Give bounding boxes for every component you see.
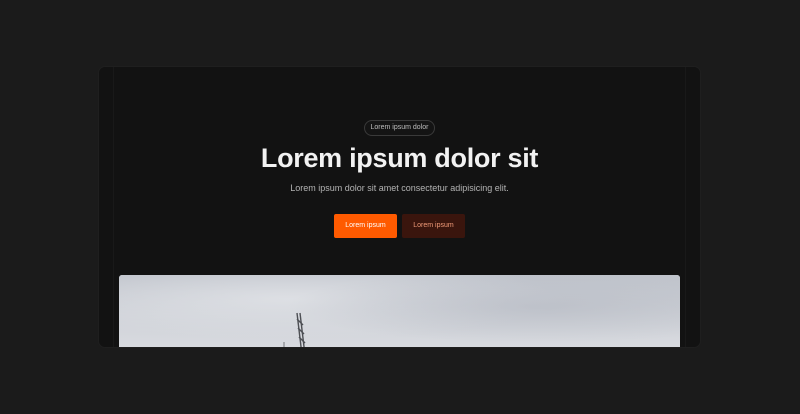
hero-subtitle: Lorem ipsum dolor sit amet consectetur a…: [290, 183, 509, 193]
hero-section: Lorem ipsum dolor Lorem ipsum dolor sit …: [99, 67, 700, 275]
hero-title: Lorem ipsum dolor sit: [260, 143, 539, 173]
hero-badge: Lorem ipsum dolor: [363, 120, 436, 136]
hero-image: [119, 275, 680, 347]
crane-photo-illustration: [119, 275, 680, 347]
secondary-cta-button[interactable]: Lorem ipsum: [402, 214, 465, 238]
primary-cta-button[interactable]: Lorem ipsum: [334, 214, 397, 238]
hero-card: Lorem ipsum dolor Lorem ipsum dolor sit …: [99, 67, 700, 347]
